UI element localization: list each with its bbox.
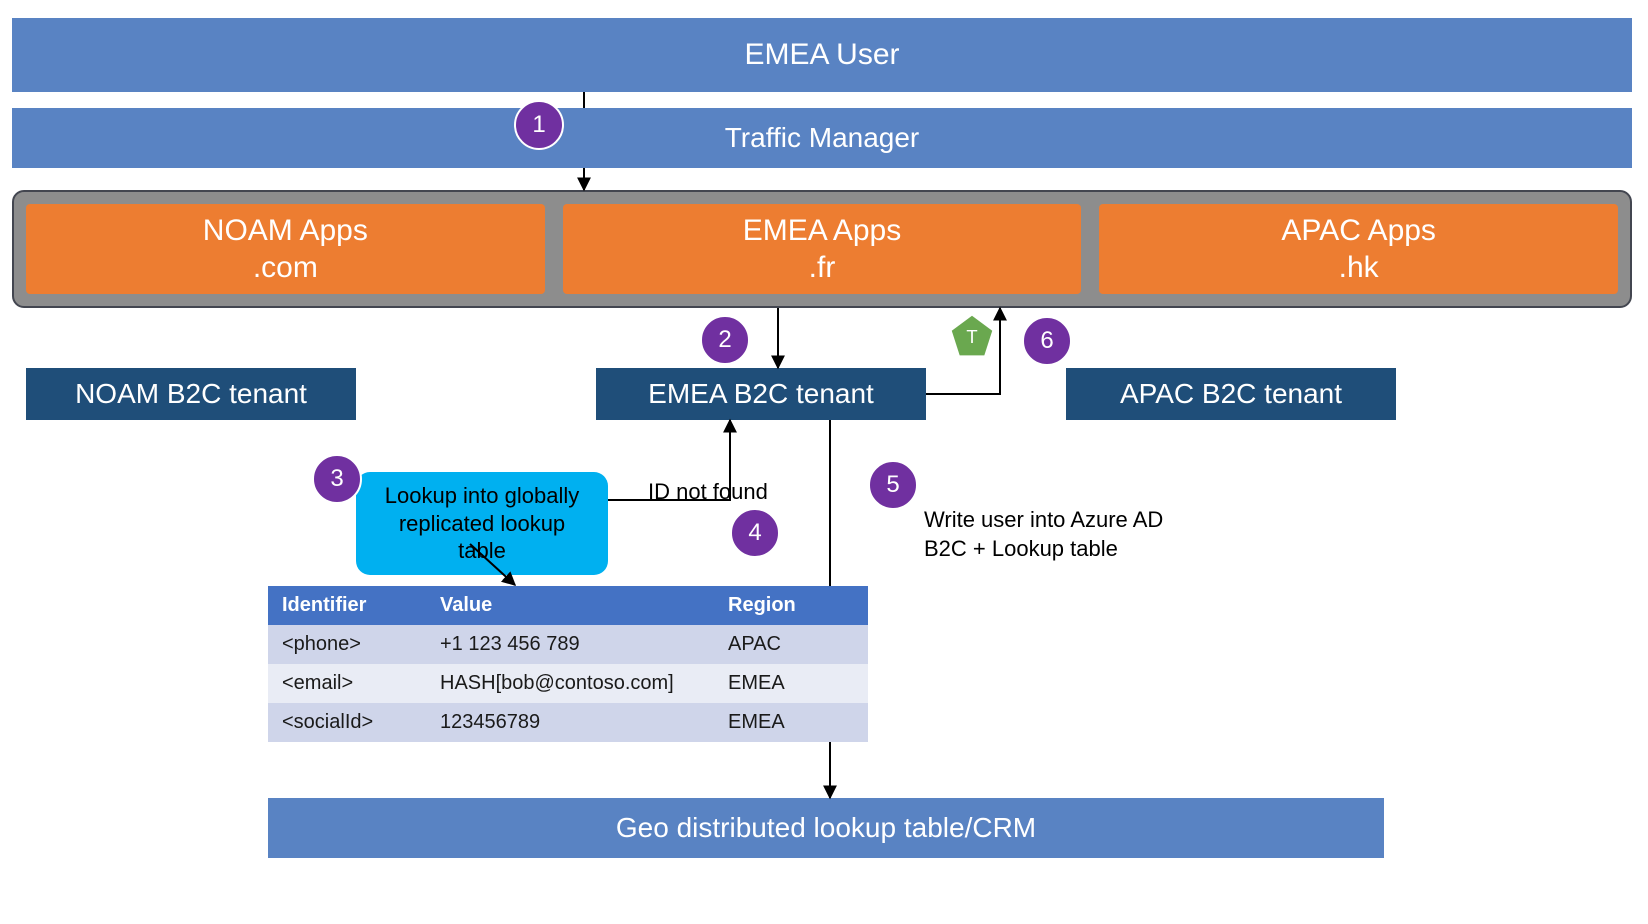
app-apac: APAC Apps .hk bbox=[1099, 204, 1618, 294]
table-row: <socialId> 123456789 EMEA bbox=[268, 703, 868, 742]
step-label: 2 bbox=[718, 326, 731, 354]
tenant-noam: NOAM B2C tenant bbox=[26, 368, 356, 420]
table-row: <email> HASH[bob@contoso.com] EMEA bbox=[268, 664, 868, 703]
traffic-manager-bar: Traffic Manager bbox=[12, 108, 1632, 168]
cell-region: EMEA bbox=[714, 664, 868, 703]
caption-write-user: Write user into Azure AD B2C + Lookup ta… bbox=[924, 506, 1163, 563]
cell-value: 123456789 bbox=[426, 703, 714, 742]
app-emea-title: EMEA Apps bbox=[743, 212, 901, 250]
cell-region: EMEA bbox=[714, 703, 868, 742]
cell-identifier: <phone> bbox=[268, 625, 426, 664]
diagram-canvas: { "header": { "emea_user": "EMEA User", … bbox=[0, 0, 1648, 924]
lookup-col-region: Region bbox=[714, 586, 868, 625]
cell-identifier: <socialId> bbox=[268, 703, 426, 742]
app-emea-tld: .fr bbox=[809, 249, 836, 287]
caption-id-not-found: ID not found bbox=[648, 478, 768, 507]
app-apac-title: APAC Apps bbox=[1281, 212, 1436, 250]
app-noam-tld: .com bbox=[253, 249, 318, 287]
step-label: 5 bbox=[886, 471, 899, 499]
cell-identifier: <email> bbox=[268, 664, 426, 703]
step-badge-3: 3 bbox=[312, 454, 362, 504]
lookup-col-value: Value bbox=[426, 586, 714, 625]
step-label: 3 bbox=[330, 465, 343, 493]
step-badge-1: 1 bbox=[514, 100, 564, 150]
step-badge-4: 4 bbox=[730, 508, 780, 558]
emea-user-bar: EMEA User bbox=[12, 18, 1632, 92]
token-label: T bbox=[966, 326, 977, 347]
step-badge-2: 2 bbox=[700, 315, 750, 365]
lookup-col-identifier: Identifier bbox=[268, 586, 426, 625]
table-row: <phone> +1 123 456 789 APAC bbox=[268, 625, 868, 664]
step-badge-6: 6 bbox=[1022, 316, 1072, 366]
geo-crm-bar: Geo distributed lookup table/CRM bbox=[268, 798, 1384, 858]
cell-value: +1 123 456 789 bbox=[426, 625, 714, 664]
lookup-table: Identifier Value Region <phone> +1 123 4… bbox=[268, 586, 868, 742]
step-label: 1 bbox=[532, 111, 545, 139]
lookup-note: Lookup into globally replicated lookup t… bbox=[356, 472, 608, 575]
app-apac-tld: .hk bbox=[1339, 249, 1379, 287]
step-label: 6 bbox=[1040, 327, 1053, 355]
step-label: 4 bbox=[748, 519, 761, 547]
apps-container: NOAM Apps .com EMEA Apps .fr APAC Apps .… bbox=[12, 190, 1632, 308]
tenant-apac: APAC B2C tenant bbox=[1066, 368, 1396, 420]
step-badge-5: 5 bbox=[868, 460, 918, 510]
cell-value: HASH[bob@contoso.com] bbox=[426, 664, 714, 703]
cell-region: APAC bbox=[714, 625, 868, 664]
token-pentagon-icon: T bbox=[950, 314, 994, 358]
app-emea: EMEA Apps .fr bbox=[563, 204, 1082, 294]
lookup-note-text: Lookup into globally replicated lookup t… bbox=[374, 482, 590, 565]
tenant-emea: EMEA B2C tenant bbox=[596, 368, 926, 420]
app-noam-title: NOAM Apps bbox=[203, 212, 368, 250]
app-noam: NOAM Apps .com bbox=[26, 204, 545, 294]
